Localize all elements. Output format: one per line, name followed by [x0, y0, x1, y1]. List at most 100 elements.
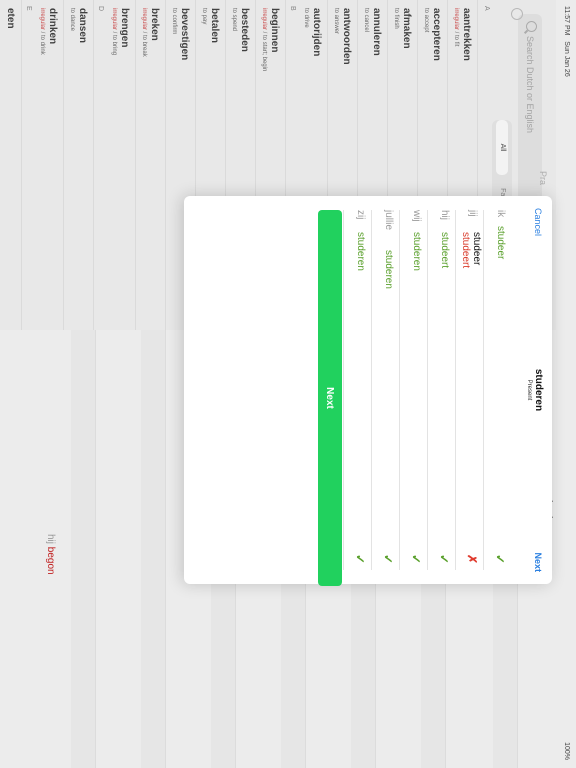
conjugation-row: jij studeer studeert ✗	[455, 210, 484, 570]
pronoun-label: hij	[439, 210, 450, 221]
conjugation-row: hij studeert ✓	[427, 210, 456, 570]
pronoun-label: jij	[467, 210, 478, 217]
verb-name: beginnen	[269, 8, 280, 53]
checkmark-icon: ✓	[493, 553, 507, 564]
verb-name: brengen	[119, 8, 130, 48]
translation-text: to dance	[69, 8, 75, 32]
irregular-tag: irregular	[111, 8, 117, 31]
detail-pronoun: hij	[45, 534, 56, 545]
search-placeholder: Search Dutch or English	[525, 36, 535, 134]
translation-text: / to drink	[39, 30, 45, 55]
verb-translation: to spend	[231, 8, 237, 31]
verb-translation: to finish	[393, 8, 399, 29]
cross-icon: ✗	[465, 553, 479, 564]
translation-text: to spend	[231, 8, 237, 32]
verb-name: antwoorden	[341, 8, 352, 65]
translation-text: / to start; begin	[261, 30, 267, 72]
section-header-b: B	[289, 6, 296, 11]
conjugation-row: zij studeren ✓	[343, 210, 372, 570]
translation-text: / to fit	[453, 30, 459, 47]
quiz-verb: studeren	[533, 368, 544, 412]
translation-text: to finish	[393, 8, 399, 29]
verb-name: afmaken	[401, 8, 412, 49]
verb-translation: to answer	[333, 8, 339, 34]
answer-field[interactable]: studeer	[495, 226, 510, 259]
answer-field[interactable]: studeer studeert	[460, 232, 482, 268]
translation-text: to confirm	[171, 8, 177, 35]
verb-list-item[interactable]: eten	[0, 0, 22, 330]
translation-text: to answer	[333, 8, 339, 35]
answer-text: studeren	[355, 232, 366, 271]
translation-text: to pay	[201, 8, 207, 25]
rotated-app: 11:57 PM Sun Jan 26 100% Search Dutch or…	[0, 0, 576, 768]
status-time: 11:57 PM Sun Jan 26	[563, 6, 570, 77]
screen: 11:57 PM Sun Jan 26 100% Search Dutch or…	[0, 0, 576, 768]
irregular-tag: irregular	[453, 8, 459, 31]
translation-text: to drive	[303, 8, 309, 28]
verb-name: autorijden	[311, 8, 322, 57]
section-header-d: D	[97, 6, 104, 12]
section-header-e: E	[25, 6, 32, 11]
detail-form: begon	[45, 546, 56, 575]
pronoun-label: jullie	[383, 210, 394, 231]
next-button[interactable]: Next	[318, 210, 342, 586]
verb-list-item[interactable]: brengen irregular / to bring	[105, 0, 136, 330]
checkmark-icon: ✓	[437, 553, 451, 564]
irregular-tag: irregular	[39, 8, 45, 31]
next-top-button[interactable]: Next	[533, 552, 543, 572]
answer-text: studeert	[439, 232, 450, 269]
answer-text: studeren	[411, 232, 422, 271]
verb-name: bevestigen	[179, 8, 190, 61]
answer-text: studeer	[471, 232, 482, 266]
verb-translation: to drive	[303, 8, 309, 28]
filter-all[interactable]: All	[496, 120, 508, 175]
verb-name: annuleren	[371, 8, 382, 56]
answer-field[interactable]: studeert	[439, 232, 454, 268]
answer-field[interactable]: studeren	[355, 232, 370, 271]
answer-text: studeer	[495, 226, 506, 260]
checkmark-icon: ✓	[409, 553, 423, 564]
search-icon	[526, 21, 537, 32]
verb-translation: irregular / to bring	[111, 8, 117, 55]
verb-translation: irregular / to drink	[39, 8, 45, 55]
verb-translation: to confirm	[171, 8, 177, 34]
practice-label[interactable]: Pra	[538, 171, 548, 185]
verb-list-item[interactable]: drinken irregular / to drink	[33, 0, 64, 330]
answer-text: studeren	[383, 250, 394, 289]
verb-name: accepteren	[431, 8, 442, 61]
verb-name: besteden	[239, 8, 250, 52]
translation-text: to accept	[423, 8, 429, 33]
pronoun-label: wij	[411, 210, 422, 222]
answer-field[interactable]: studeren	[383, 250, 398, 289]
answer-field[interactable]: studeren	[411, 232, 426, 271]
verb-list-item[interactable]: breken irregular / to break	[135, 0, 166, 330]
verb-translation: to accept	[423, 8, 429, 32]
irregular-tag: irregular	[261, 8, 267, 31]
pronoun-label: zij	[355, 210, 366, 220]
checkmark-icon: ✓	[353, 553, 367, 564]
verb-list-item[interactable]: dansen to dance	[63, 0, 94, 330]
irregular-tag: irregular	[141, 8, 147, 31]
verb-name: breken	[149, 8, 160, 41]
detail-band	[71, 330, 96, 768]
gear-icon[interactable]	[511, 8, 523, 20]
verb-name: betalen	[209, 8, 220, 44]
conjugation-row: ik studeer ✓	[483, 210, 512, 570]
translation-text: / to break	[141, 30, 147, 57]
verb-name: dansen	[77, 8, 88, 44]
detail-conjugation: hij begon	[45, 534, 56, 575]
status-bar: 11:57 PM Sun Jan 26 100%	[556, 0, 576, 768]
verb-name: drinken	[47, 8, 58, 45]
verb-translation: irregular / to start; begin	[261, 8, 267, 71]
verb-translation: to dance	[69, 8, 75, 31]
pronoun-label: ik	[495, 210, 506, 218]
conjugation-row: jullie studeren ✓	[371, 210, 400, 570]
conjugation-row: wij studeren ✓	[399, 210, 428, 570]
battery-indicator: 100%	[563, 742, 570, 760]
checkmark-icon: ✓	[381, 553, 395, 564]
detail-band	[141, 330, 166, 768]
translation-text: to cancel	[363, 8, 369, 33]
practice-modal: Cancel studeren Present Next ik studeer ✓ j…	[184, 196, 552, 586]
translation-text: / to bring	[111, 30, 117, 56]
verb-translation: irregular / to fit	[453, 8, 459, 46]
